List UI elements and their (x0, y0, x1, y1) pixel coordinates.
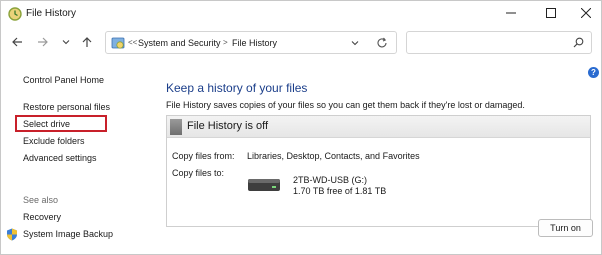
refresh-icon (377, 37, 387, 48)
minimize-button[interactable] (494, 1, 528, 25)
chevron-down-icon (351, 41, 359, 46)
up-button[interactable] (79, 34, 95, 50)
see-also-header: See also (23, 195, 59, 205)
back-arrow-icon (12, 37, 22, 47)
maximize-icon (546, 8, 556, 18)
address-history-button[interactable] (350, 38, 360, 50)
search-icon (573, 37, 584, 48)
select-drive-link[interactable]: Select drive (23, 119, 70, 129)
turn-on-button[interactable]: Turn on (538, 219, 593, 237)
breadcrumb-separator: > (223, 38, 228, 47)
search-box[interactable] (406, 31, 592, 54)
breadcrumb-system-and-security[interactable]: System and Security (138, 38, 221, 48)
status-accent-bar (170, 119, 182, 135)
copy-from-value: Libraries, Desktop, Contacts, and Favori… (247, 151, 420, 161)
system-image-backup-link[interactable]: System Image Backup (23, 229, 113, 239)
close-button[interactable] (569, 1, 602, 25)
advanced-settings-link[interactable]: Advanced settings (23, 153, 97, 163)
status-header: File History is off (167, 116, 590, 138)
title-bar: File History (1, 1, 601, 27)
page-title: Keep a history of your files (166, 81, 308, 95)
exclude-folders-link[interactable]: Exclude folders (23, 136, 85, 146)
help-icon[interactable]: ? (588, 67, 599, 78)
shield-icon (7, 228, 17, 241)
search-input[interactable] (411, 35, 561, 50)
address-bar[interactable]: << System and Security > File History (105, 31, 397, 54)
file-history-window: File History << System and Security > Fi… (0, 0, 602, 255)
up-arrow-icon (82, 37, 92, 47)
status-title: File History is off (187, 120, 269, 132)
minimize-icon (506, 12, 516, 14)
forward-button[interactable] (35, 34, 51, 50)
window-title: File History (26, 8, 77, 19)
breadcrumb-overflow[interactable]: << (128, 38, 137, 47)
drive-name: 2TB-WD-USB (G:) (293, 175, 367, 185)
maximize-button[interactable] (534, 1, 568, 25)
control-panel-home-link[interactable]: Control Panel Home (23, 75, 104, 85)
drive-space: 1.70 TB free of 1.81 TB (293, 186, 387, 196)
status-panel: File History is off (166, 115, 591, 227)
refresh-button[interactable] (376, 37, 388, 51)
recent-locations-button[interactable] (58, 34, 74, 50)
recovery-link[interactable]: Recovery (23, 212, 61, 222)
copy-to-label: Copy files to: (172, 168, 225, 178)
page-description: File History saves copies of your files … (166, 100, 525, 110)
forward-arrow-icon (38, 37, 48, 47)
restore-personal-files-link[interactable]: Restore personal files (23, 102, 110, 112)
back-button[interactable] (9, 34, 25, 50)
file-history-icon (8, 7, 22, 21)
breadcrumb-file-history[interactable]: File History (232, 38, 277, 48)
close-icon (581, 8, 591, 18)
copy-from-label: Copy files from: (172, 151, 235, 161)
control-panel-icon (111, 37, 125, 49)
drive-icon (248, 179, 280, 191)
chevron-down-icon (62, 40, 70, 45)
